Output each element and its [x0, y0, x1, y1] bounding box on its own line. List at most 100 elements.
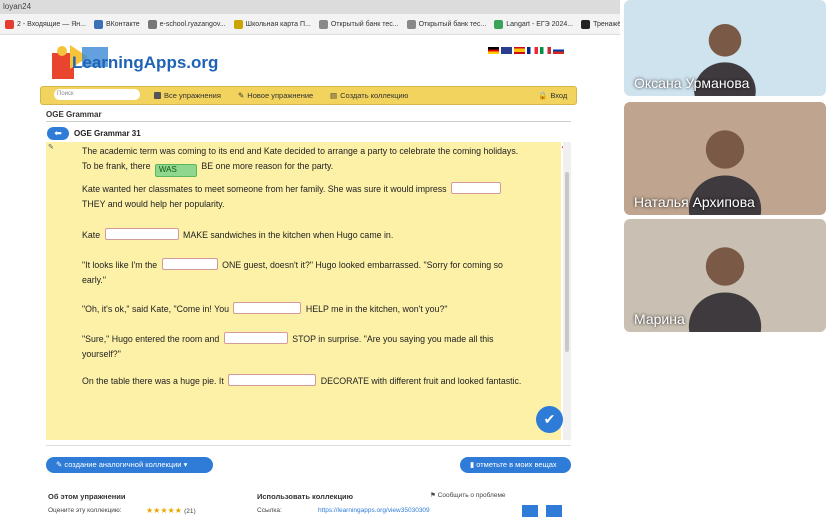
flag-it-icon[interactable]	[540, 47, 551, 54]
answer-field[interactable]	[104, 228, 179, 240]
flag-fr-icon[interactable]	[527, 47, 538, 54]
exercise-paragraph: "Sure," Hugo entered the room and STOP i…	[82, 332, 522, 362]
bookmark-label: Langart - ЕГЭ 2024...	[506, 20, 574, 28]
participant-name: Оксана Урманова	[634, 75, 750, 91]
answer-field[interactable]	[223, 332, 288, 344]
paragraph-text: HELP me in the kitchen, won't you?"	[305, 304, 448, 314]
rating-stars[interactable]: ★★★★★ (21)	[146, 506, 196, 515]
paragraph-text: DECORATE with different fruit and looked…	[320, 376, 522, 386]
divider	[46, 445, 571, 446]
use-collection-heading: Использовать коллекцию	[257, 492, 354, 501]
paragraph-text: THEY and would help her popularity.	[82, 199, 225, 209]
participant-video[interactable]: Наталья Архипова	[624, 102, 826, 215]
exercise-paragraph: Kate wanted her classmates to meet someo…	[82, 182, 522, 212]
bookmark-item[interactable]: Открытый банк тес...	[406, 19, 487, 29]
participant-video[interactable]: Оксана Урманова	[624, 0, 826, 96]
bookmark-favicon-icon	[147, 19, 157, 29]
bookmarks-bar: 2 - Входящие — Ян... ВКонтакте e-school.ry…	[0, 14, 620, 35]
report-problem-label: Сообщить о проблеме	[437, 492, 506, 499]
bookmark-favicon-icon	[581, 19, 591, 29]
back-button[interactable]: ⬅	[47, 127, 69, 140]
participant-video[interactable]: Марина	[624, 219, 826, 332]
share-button[interactable]	[522, 505, 538, 517]
nav-login-label: Вход	[550, 91, 568, 100]
exercise-paragraph: Kate MAKE sandwiches in the kitchen when…	[82, 228, 522, 243]
address-text[interactable]: loyan24	[3, 2, 31, 11]
bookmark-item[interactable]: Школьная карта П...	[233, 19, 311, 29]
scrollbar-thumb[interactable]	[565, 172, 569, 352]
edit-icon[interactable]: ✎	[48, 143, 54, 151]
browser-top-strip: loyan24	[0, 0, 620, 14]
answer-field[interactable]	[451, 182, 502, 194]
bookmark-label: ВКонтакте	[105, 20, 140, 28]
bookmark-item[interactable]: 2 - Входящие — Ян...	[5, 19, 86, 29]
paragraph-text: BE one more reason for the party.	[201, 161, 334, 171]
bookmark-favicon-icon	[318, 19, 328, 29]
answer-field[interactable]	[161, 258, 218, 270]
report-problem-link[interactable]: ⚑ Сообщить о проблеме	[430, 491, 506, 499]
answer-field-correct[interactable]: WAS	[154, 164, 197, 177]
bookmark-label: Открытый банк тес...	[418, 20, 487, 28]
participant-name: Марина	[634, 311, 685, 327]
exercise-paragraph: "It looks like I'm the ONE guest, doesn'…	[82, 258, 522, 288]
exercise-link[interactable]: https://learningapps.org/view35030309	[318, 507, 430, 514]
about-exercise-heading: Об этом упражнении	[48, 492, 126, 501]
nav-all-exercises[interactable]: Все упражнения	[154, 91, 221, 100]
bookmark-label: Открытый банк тес...	[330, 20, 399, 28]
create-similar-label: создание аналогичной коллекции	[64, 460, 182, 469]
participant-name: Наталья Архипова	[634, 194, 755, 210]
flag-de-icon[interactable]	[488, 47, 499, 54]
paragraph-text: "It looks like I'm the	[82, 260, 158, 270]
language-flags[interactable]	[488, 47, 564, 54]
pencil-icon: ✎	[238, 91, 245, 100]
create-similar-collection-button[interactable]: ✎ создание аналогичной коллекции ▾	[46, 457, 213, 473]
bookmark-item[interactable]: Открытый банк тес...	[318, 19, 399, 29]
grid-icon	[154, 92, 161, 99]
flag-es-icon[interactable]	[514, 47, 525, 54]
search-input[interactable]: Поиск	[54, 89, 140, 100]
bookmark-label: 2 - Входящие — Ян...	[17, 20, 86, 28]
nav-create-collection[interactable]: ▤ Создать коллекцию	[330, 91, 408, 100]
bookmark-item[interactable]: e-school.ryazangov...	[147, 19, 226, 29]
flag-ru-icon[interactable]	[553, 47, 564, 54]
paragraph-text: Kate	[82, 230, 101, 240]
share-button-2[interactable]	[546, 505, 562, 517]
exercise-paragraph: "Oh, it's ok," said Kate, "Come in! You …	[82, 302, 522, 317]
bookmark-label: e-school.ryazangov...	[159, 20, 226, 28]
mark-in-my-things-button[interactable]: ▮ отметьте в моих вещах	[460, 457, 571, 473]
answer-field[interactable]	[233, 302, 302, 314]
bookmark-label: Тренажёр по гов	[593, 20, 620, 28]
answer-field[interactable]	[228, 374, 317, 386]
paragraph-text: "Sure," Hugo entered the room and	[82, 334, 220, 344]
bookmark-item[interactable]: ВКонтакте	[93, 19, 140, 29]
nav-new-exercise[interactable]: ✎ Новое упражнение	[238, 91, 313, 100]
bookmark-favicon-icon	[494, 19, 504, 29]
site-logo[interactable]: LearningApps.org	[72, 53, 218, 73]
bookmark-label: Школьная карта П...	[245, 20, 311, 28]
flag-gb-icon[interactable]	[501, 47, 512, 54]
bookmark-item[interactable]: Тренажёр по гов	[581, 19, 620, 29]
bookmark-item[interactable]: Langart - ЕГЭ 2024...	[494, 19, 574, 29]
check-answers-button[interactable]: ✔	[536, 406, 563, 433]
paragraph-text: On the table there was a huge pie. It	[82, 376, 224, 386]
mark-label: отметьте в моих вещах	[476, 460, 557, 469]
bookmark-favicon-icon	[5, 19, 14, 29]
nav-login[interactable]: 🔒 Вход	[538, 91, 567, 100]
learningapps-page: LearningApps.org Поиск Все упражнения ✎ Н…	[0, 35, 620, 517]
main-navbar: Поиск Все упражнения ✎ Новое упражнение ▤…	[40, 86, 577, 105]
nav-create-collection-label: Создать коллекцию	[340, 91, 409, 100]
nav-all-exercises-label: Все упражнения	[164, 91, 221, 100]
bookmark-favicon-icon	[93, 19, 103, 29]
exercise-scrollbar[interactable]	[563, 142, 571, 440]
exercise-title: OGE Grammar 31	[74, 129, 141, 138]
bookmark-favicon-icon	[233, 19, 243, 29]
exercise-frame: The academic term was coming to its end …	[46, 142, 561, 440]
paragraph-text: "Oh, it's ok," said Kate, "Come in! You	[82, 304, 229, 314]
chevron-down-icon: ▾	[181, 460, 188, 469]
paragraph-text: Kate wanted her classmates to meet someo…	[82, 184, 447, 194]
nav-new-exercise-label: Новое упражнение	[247, 91, 314, 100]
exercise-paragraph: On the table there was a huge pie. It DE…	[82, 374, 522, 389]
rating-count: (21)	[184, 508, 196, 515]
link-label: Ссылка:	[257, 507, 282, 514]
rate-label: Оцените эту коллекцию:	[48, 507, 122, 514]
